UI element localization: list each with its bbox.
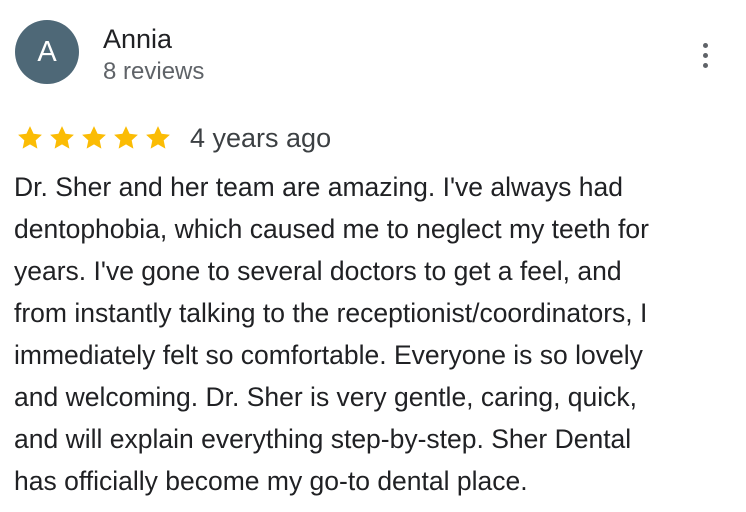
more-vertical-icon [702,42,708,48]
review-text-line: and welcoming. Dr. Sher is very gentle, … [14,382,638,412]
star-icon [47,123,77,153]
reviewer-name[interactable]: Annia [103,22,172,56]
review-text-line: Dr. Sher and her team are amazing. I've … [14,172,623,202]
review-text-line: immediately felt so comfortable. Everyon… [14,340,643,370]
rating-row: 4 years ago [15,121,331,155]
more-vertical-icon-dot [702,62,708,68]
star-icon [111,123,141,153]
review-text-line: has officially become my go-to dental pl… [14,466,528,496]
star-icon [79,123,109,153]
review-text: Dr. Sher and her team are amazing. I've … [14,166,730,502]
review-text-line: dentophobia, which caused me to neglect … [14,214,649,244]
more-vertical-icon-dot [702,52,708,58]
star-icon [15,123,45,153]
avatar-initial: A [37,35,57,68]
more-options-button[interactable] [688,38,722,72]
review-text-line: and will explain everything step-by-step… [14,424,632,454]
review-count[interactable]: 8 reviews [103,56,204,88]
star-icon [143,123,173,153]
review-card: A Annia 8 reviews 4 years ago Dr. Sher a… [0,0,746,512]
avatar[interactable]: A [15,20,79,84]
star-rating [15,123,173,153]
review-time: 4 years ago [190,123,332,153]
review-text-line: years. I've gone to several doctors to g… [14,256,622,286]
review-text-line: from instantly talking to the receptioni… [14,298,648,328]
